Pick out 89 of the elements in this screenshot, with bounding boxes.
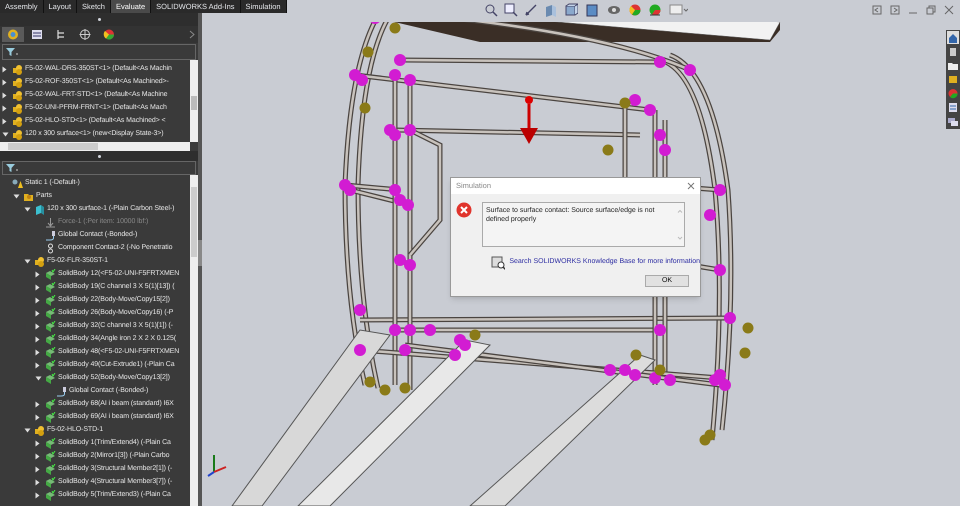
vertical-scrollbar[interactable] <box>190 60 198 142</box>
expanded-icon[interactable] <box>2 132 9 137</box>
home-icon[interactable] <box>947 31 959 44</box>
solid-body-icon <box>45 477 56 488</box>
contact-icon <box>45 230 56 241</box>
view-orientation-icon[interactable] <box>564 3 578 17</box>
collapsed-icon[interactable] <box>35 323 40 330</box>
filter-icon <box>5 163 19 173</box>
assembly-icon <box>12 77 23 88</box>
zoom-to-fit-icon[interactable] <box>484 3 498 17</box>
collapsed-icon[interactable] <box>35 297 40 304</box>
solid-body-icon <box>45 295 56 306</box>
contact-icon <box>56 386 67 397</box>
collapsed-icon[interactable] <box>35 453 40 460</box>
collapsed-icon[interactable] <box>2 66 7 73</box>
solid-body-icon <box>45 347 56 358</box>
collapsed-icon[interactable] <box>2 92 7 99</box>
assembly-icon <box>12 90 23 101</box>
assembly-icon <box>12 116 23 127</box>
force-icon <box>45 217 56 228</box>
assembly-icon <box>34 425 45 436</box>
filter-field[interactable] <box>2 44 196 60</box>
solid-body-icon <box>45 464 56 475</box>
panel-handle-icon[interactable] <box>198 240 202 266</box>
assembly-icon <box>12 129 23 140</box>
monitor-icon[interactable] <box>668 3 688 17</box>
filter-icon <box>5 47 19 57</box>
previous-view-icon[interactable] <box>524 3 538 17</box>
horizontal-scrollbar[interactable] <box>0 142 190 151</box>
solid-body-icon <box>45 490 56 501</box>
expanded-icon[interactable] <box>24 428 31 433</box>
expanded-icon[interactable] <box>24 259 31 264</box>
next-tile-icon[interactable] <box>890 5 900 15</box>
expanded-icon[interactable] <box>13 194 20 199</box>
solid-body-icon <box>45 373 56 384</box>
collapsed-icon[interactable] <box>35 310 40 317</box>
scene-icon[interactable] <box>648 3 662 17</box>
solid-body-icon <box>45 412 56 423</box>
solid-body-icon <box>45 438 56 449</box>
chevron-right-icon[interactable] <box>189 30 196 39</box>
collapsed-icon[interactable] <box>35 401 40 408</box>
expanded-icon[interactable] <box>24 207 31 212</box>
solid-body-icon <box>45 282 56 293</box>
collapsed-icon[interactable] <box>35 466 40 473</box>
vertical-scrollbar[interactable] <box>190 175 198 506</box>
collapsed-icon[interactable] <box>2 105 7 112</box>
collapsed-icon[interactable] <box>35 492 40 499</box>
solid-body-icon <box>45 334 56 345</box>
assembly-icon <box>12 103 23 114</box>
part-icon <box>34 204 45 215</box>
collapse-handle-icon[interactable] <box>98 154 100 158</box>
collapsed-icon[interactable] <box>35 440 40 447</box>
parts-folder-icon <box>23 191 34 202</box>
assembly-icon <box>34 256 45 267</box>
collapsed-icon[interactable] <box>2 79 7 86</box>
appearance-icon[interactable] <box>947 87 959 100</box>
solid-body-icon <box>45 451 56 462</box>
collapsed-icon[interactable] <box>35 336 40 343</box>
collapsed-icon[interactable] <box>35 349 40 356</box>
close-icon[interactable] <box>687 182 695 190</box>
collapsed-icon[interactable] <box>35 479 40 486</box>
solid-body-icon <box>45 399 56 410</box>
zoom-area-icon[interactable] <box>504 3 518 17</box>
collapsed-icon[interactable] <box>35 414 40 421</box>
collapsed-icon[interactable] <box>35 362 40 369</box>
axis-triad-icon <box>206 452 228 478</box>
solid-body-icon <box>45 360 56 371</box>
collapsed-icon[interactable] <box>35 271 40 278</box>
hide-show-icon[interactable] <box>606 3 622 17</box>
study-icon <box>12 178 23 189</box>
collapsed-icon[interactable] <box>2 118 7 125</box>
filter-field[interactable] <box>2 161 196 175</box>
component-contact-icon <box>45 243 56 254</box>
forum-icon[interactable] <box>947 115 959 128</box>
assembly-icon <box>12 64 23 75</box>
collapsed-icon[interactable] <box>35 284 40 291</box>
solid-body-icon <box>45 269 56 280</box>
magnifier-box-icon <box>490 254 506 271</box>
solid-body-icon <box>45 321 56 332</box>
expanded-icon[interactable] <box>35 376 42 381</box>
solid-body-icon <box>45 308 56 319</box>
force-arrow-icon <box>518 96 540 146</box>
collapse-handle-icon[interactable] <box>98 18 100 21</box>
close-icon[interactable] <box>944 5 954 15</box>
properties-list-icon[interactable] <box>947 101 959 114</box>
restore-icon[interactable] <box>926 5 936 15</box>
previous-tile-icon[interactable] <box>872 5 882 15</box>
display-style-icon[interactable] <box>584 3 600 17</box>
error-icon <box>456 202 472 218</box>
